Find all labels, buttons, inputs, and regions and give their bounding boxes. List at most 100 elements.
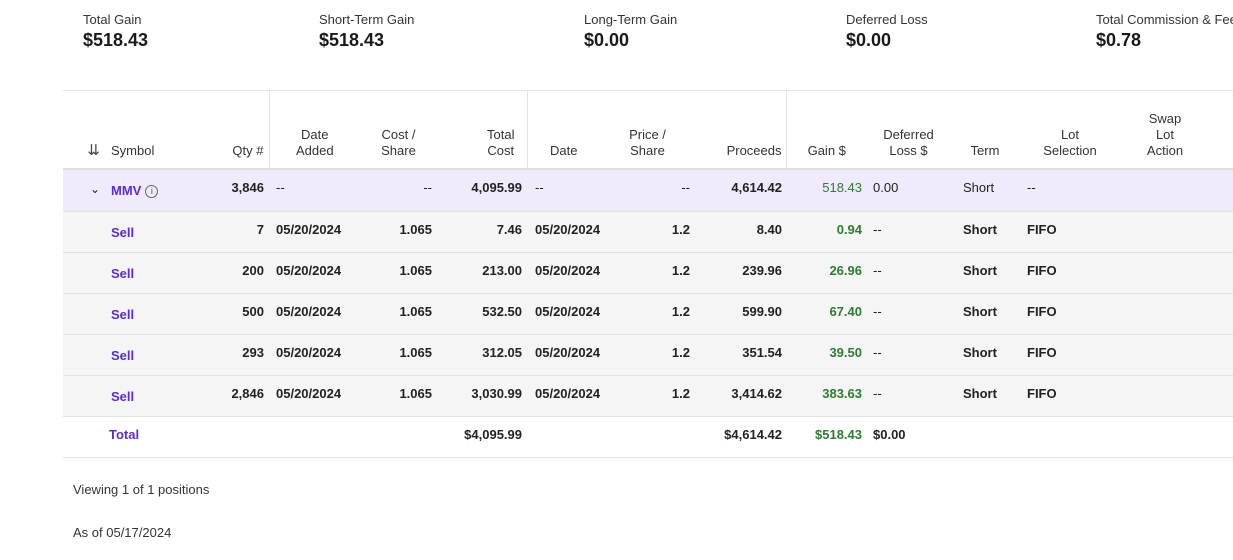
- spacer: [1210, 211, 1233, 253]
- spacer: [1120, 416, 1210, 458]
- cost-share: 1.065: [360, 375, 437, 417]
- value: $0.00: [846, 30, 892, 50]
- total-deferred-loss: $0.00: [867, 416, 950, 458]
- header-symbol[interactable]: Symbol: [100, 90, 210, 170]
- symbol-link[interactable]: MMV: [111, 183, 141, 198]
- sell-link[interactable]: Sell: [111, 348, 134, 363]
- spacer: [63, 416, 100, 458]
- swap-lot-action: [1120, 169, 1210, 212]
- proceeds: 351.54: [695, 334, 786, 376]
- expand-all-icon[interactable]: ⇊: [63, 90, 100, 170]
- spacer: [1210, 334, 1233, 376]
- header-proceeds[interactable]: Proceeds: [695, 90, 786, 170]
- swap-lot-action: [1120, 293, 1210, 335]
- date-added: 05/20/2024: [269, 293, 360, 335]
- proceeds: 239.96: [695, 252, 786, 294]
- date: 05/20/2024: [527, 211, 600, 253]
- total-cost: 213.00: [437, 252, 527, 294]
- date-added: 05/20/2024: [269, 375, 360, 417]
- sell-link[interactable]: Sell: [111, 225, 134, 240]
- label: Action: [1146, 143, 1184, 158]
- term: Short: [950, 252, 1020, 294]
- date: 05/20/2024: [527, 252, 600, 294]
- deferred-loss: --: [867, 375, 950, 417]
- label: Selection: [1043, 143, 1097, 158]
- collapse-chevron-icon[interactable]: ⌄: [63, 169, 100, 212]
- spacer: [1210, 293, 1233, 335]
- header-spacer: [1210, 90, 1233, 170]
- header-total-cost[interactable]: Total Cost: [437, 90, 527, 170]
- deferred-loss: --: [867, 293, 950, 335]
- total-gain: $518.43: [786, 416, 867, 458]
- position-row: ⌄ MMV i 3,846 -- -- 4,095.99 -- -- 4,614.…: [63, 169, 1233, 212]
- term: Short: [950, 169, 1020, 212]
- qty: 2,846: [210, 375, 269, 417]
- cost-share: 1.065: [360, 252, 437, 294]
- value: $518.43: [319, 30, 385, 50]
- date-added: 05/20/2024: [269, 211, 360, 253]
- qty: 200: [210, 252, 269, 294]
- date-added: 05/20/2024: [269, 252, 360, 294]
- date: 05/20/2024: [527, 375, 600, 417]
- date-added: --: [269, 169, 360, 212]
- spacer: [63, 293, 100, 335]
- cost-share: 1.065: [360, 293, 437, 335]
- as-of-date: As of 05/17/2024: [73, 525, 172, 540]
- qty: 3,846: [210, 169, 269, 212]
- total-cost: 3,030.99: [437, 375, 527, 417]
- summary-total-gain: Total Gain $518.43: [83, 12, 148, 51]
- header-cost-share[interactable]: Cost / Share: [360, 90, 437, 170]
- label: Total Gain: [83, 12, 142, 27]
- price-share: --: [600, 169, 695, 212]
- label: Total: [487, 127, 515, 142]
- proceeds: 4,614.42: [695, 169, 786, 212]
- sell-link[interactable]: Sell: [111, 266, 134, 281]
- label: Short-Term Gain: [319, 12, 415, 27]
- swap-lot-action: [1120, 334, 1210, 376]
- value: $0.78: [1096, 30, 1142, 50]
- summary-deferred-loss: Deferred Loss $0.00: [846, 12, 928, 51]
- lot-selection: FIFO: [1020, 334, 1120, 376]
- deferred-loss: 0.00: [867, 169, 950, 212]
- total-cost: $4,095.99: [437, 416, 527, 458]
- deferred-loss: --: [867, 211, 950, 253]
- price-share: 1.2: [600, 211, 695, 253]
- gain: 39.50: [786, 334, 867, 376]
- header-date[interactable]: Date: [526, 90, 600, 170]
- cost-share: --: [360, 169, 437, 212]
- sell-link[interactable]: Sell: [111, 389, 134, 404]
- date: 05/20/2024: [527, 334, 600, 376]
- header-qty[interactable]: Qty #: [210, 90, 269, 170]
- spacer: [1020, 416, 1120, 458]
- spacer: [527, 416, 600, 458]
- term: Short: [950, 334, 1020, 376]
- swap-lot-action: [1120, 375, 1210, 417]
- label: Price /: [629, 127, 666, 142]
- lot-row: Sell 500 05/20/2024 1.065 532.50 05/20/2…: [63, 293, 1233, 335]
- term: Short: [950, 375, 1020, 417]
- spacer: [63, 252, 100, 294]
- header-gain[interactable]: Gain $: [785, 90, 867, 170]
- lot-row: Sell 7 05/20/2024 1.065 7.46 05/20/2024 …: [63, 211, 1233, 253]
- total-cost: 4,095.99: [437, 169, 527, 212]
- header-deferred-loss[interactable]: Deferred Loss $: [867, 90, 950, 170]
- info-icon[interactable]: i: [145, 185, 159, 199]
- header-date-added[interactable]: Date Added: [268, 90, 360, 170]
- price-share: 1.2: [600, 252, 695, 294]
- deferred-loss: --: [867, 334, 950, 376]
- sell-link[interactable]: Sell: [111, 307, 134, 322]
- spacer: [1210, 169, 1233, 212]
- header-price-share[interactable]: Price / Share: [600, 90, 695, 170]
- term: Short: [950, 293, 1020, 335]
- label: Cost /: [381, 127, 416, 142]
- spacer: [269, 416, 360, 458]
- spacer: [600, 416, 695, 458]
- gain: 383.63: [786, 375, 867, 417]
- summary-long-term-gain: Long-Term Gain $0.00: [584, 12, 677, 51]
- qty: 500: [210, 293, 269, 335]
- spacer: [1210, 252, 1233, 294]
- total-cost: 312.05: [437, 334, 527, 376]
- header-term[interactable]: Term: [950, 90, 1020, 170]
- label: Added: [295, 143, 334, 158]
- total-cost: 532.50: [437, 293, 527, 335]
